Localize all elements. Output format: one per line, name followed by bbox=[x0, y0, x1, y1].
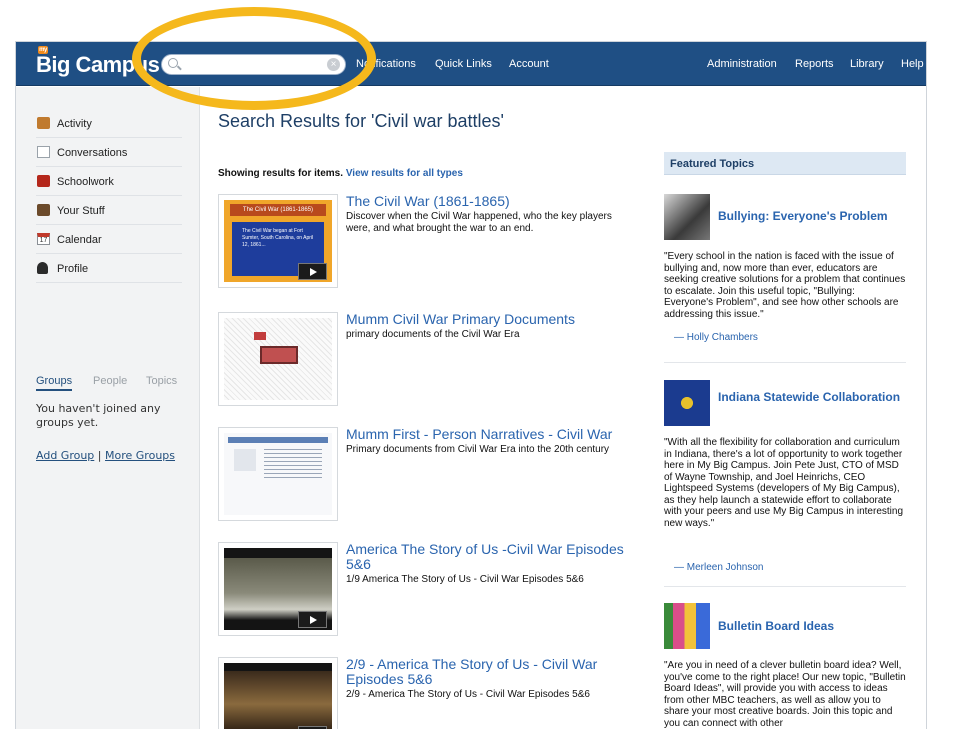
page-title: Search Results for 'Civil war battles' bbox=[218, 111, 504, 131]
sidebar-item-label: Your Stuff bbox=[57, 205, 105, 217]
sidebar-item-profile[interactable]: Profile bbox=[36, 254, 182, 283]
result-description: 2/9 - America The Story of Us - Civil Wa… bbox=[346, 689, 590, 700]
result-title-link[interactable]: Mumm First - Person Narratives - Civil W… bbox=[346, 427, 636, 442]
nav-account[interactable]: Account bbox=[509, 58, 549, 70]
results-filter-note: Showing results for items. View results … bbox=[218, 168, 463, 179]
result-thumbnail[interactable] bbox=[218, 542, 338, 636]
featured-topic-quote: "Are you in need of a clever bulletin bo… bbox=[664, 660, 906, 729]
result-title-link[interactable]: Mumm Civil War Primary Documents bbox=[346, 312, 636, 327]
webpage-block-graphic bbox=[234, 449, 256, 471]
nav-quick-links[interactable]: Quick Links bbox=[435, 58, 492, 70]
sidebar-item-your-stuff[interactable]: Your Stuff bbox=[36, 196, 182, 225]
search-result: America The Story of Us -Civil War Episo… bbox=[218, 542, 628, 636]
result-thumbnail[interactable]: The Civil War (1861-1865) The Civil War … bbox=[218, 194, 338, 288]
sidebar-item-label: Conversations bbox=[57, 147, 128, 159]
nav-help[interactable]: Help bbox=[901, 58, 924, 70]
schoolwork-icon bbox=[37, 175, 50, 187]
nav-library[interactable]: Library bbox=[850, 58, 884, 70]
tab-people[interactable]: People bbox=[93, 375, 127, 387]
result-title-link[interactable]: America The Story of Us -Civil War Episo… bbox=[346, 542, 636, 572]
envelope-icon bbox=[37, 146, 50, 158]
nav-administration[interactable]: Administration bbox=[707, 58, 777, 70]
person-icon bbox=[37, 262, 48, 274]
thumbnail-image bbox=[224, 318, 332, 400]
result-thumbnail[interactable] bbox=[218, 427, 338, 521]
result-title-link[interactable]: 2/9 - America The Story of Us - Civil Wa… bbox=[346, 657, 636, 687]
thumbnail-image bbox=[224, 663, 332, 729]
sidebar-item-label: Schoolwork bbox=[57, 176, 114, 188]
activity-icon bbox=[37, 117, 50, 129]
thumbnail-caption: The Civil War (1861-1865) bbox=[230, 204, 326, 216]
document-graphic bbox=[260, 346, 298, 364]
indiana-flag-image[interactable] bbox=[664, 380, 710, 426]
nav-reports[interactable]: Reports bbox=[795, 58, 834, 70]
play-icon[interactable] bbox=[298, 263, 327, 280]
featured-topics-header: Featured Topics bbox=[664, 152, 906, 175]
left-sidebar: Activity Conversations Schoolwork Your S… bbox=[16, 87, 200, 729]
divider bbox=[664, 362, 906, 363]
sidebar-item-label: Calendar bbox=[57, 234, 102, 246]
featured-topic-author-link[interactable]: — Merleen Johnson bbox=[674, 562, 764, 573]
search-result: 2/9 - America The Story of Us - Civil Wa… bbox=[218, 657, 628, 729]
sidebar-item-conversations[interactable]: Conversations bbox=[36, 138, 182, 167]
featured-topics-panel: Featured Topics Bullying: Everyone's Pro… bbox=[664, 152, 906, 729]
more-groups-link[interactable]: More Groups bbox=[105, 449, 175, 462]
group-links: Add Group | More Groups bbox=[36, 449, 175, 462]
featured-topic-title-link[interactable]: Bullying: Everyone's Problem bbox=[718, 209, 903, 223]
result-thumbnail[interactable] bbox=[218, 657, 338, 729]
no-groups-message: You haven't joined any groups yet. bbox=[36, 402, 161, 429]
sidebar-item-label: Profile bbox=[57, 263, 89, 275]
play-icon[interactable] bbox=[298, 611, 327, 628]
search-result: Mumm Civil War Primary Documents primary… bbox=[218, 312, 628, 406]
sidebar-item-calendar[interactable]: 17 Calendar bbox=[36, 225, 182, 254]
tab-groups[interactable]: Groups bbox=[36, 375, 73, 391]
tab-topics[interactable]: Topics bbox=[146, 375, 177, 387]
sidebar-item-label: Activity bbox=[57, 118, 92, 130]
showing-text: Showing results for items. bbox=[218, 168, 344, 179]
browser-page: my Big Campus × Notifications Quick Link… bbox=[16, 42, 926, 729]
view-all-types-link[interactable]: View results for all types bbox=[346, 168, 463, 179]
briefcase-icon bbox=[37, 204, 50, 216]
webpage-header-graphic bbox=[228, 437, 328, 443]
search-result: Mumm First - Person Narratives - Civil W… bbox=[218, 427, 628, 521]
sidebar-item-schoolwork[interactable]: Schoolwork bbox=[36, 167, 182, 196]
featured-topic-title-link[interactable]: Indiana Statewide Collaboration bbox=[718, 390, 903, 404]
sidebar-item-activity[interactable]: Activity bbox=[36, 109, 182, 138]
result-description: 1/9 America The Story of Us - Civil War … bbox=[346, 574, 584, 585]
featured-topic-quote: "Every school in the nation is faced wit… bbox=[664, 251, 906, 320]
result-description: Discover when the Civil War happened, wh… bbox=[346, 211, 612, 234]
result-description: Primary documents from Civil War Era int… bbox=[346, 444, 610, 455]
bulletin-board-image[interactable] bbox=[664, 603, 710, 649]
sidebar-tabs: Groups People Topics bbox=[36, 375, 184, 391]
divider bbox=[664, 586, 906, 587]
thumbnail-image bbox=[224, 433, 332, 515]
search-result: The Civil War (1861-1865) The Civil War … bbox=[218, 194, 628, 288]
webpage-text-graphic bbox=[264, 449, 322, 479]
add-group-link[interactable]: Add Group bbox=[36, 449, 94, 462]
result-thumbnail[interactable] bbox=[218, 312, 338, 406]
link-separator: | bbox=[97, 449, 102, 462]
screenshot: my Big Campus × Notifications Quick Link… bbox=[0, 0, 955, 729]
result-description: primary documents of the Civil War Era bbox=[346, 329, 520, 340]
calendar-icon: 17 bbox=[37, 233, 50, 245]
featured-topic-quote: "With all the flexibility for collaborat… bbox=[664, 437, 904, 529]
result-title-link[interactable]: The Civil War (1861-1865) bbox=[346, 194, 636, 209]
highlight-annotation-ellipse bbox=[132, 7, 376, 110]
logo-badge: my bbox=[38, 46, 48, 54]
flag-graphic bbox=[254, 332, 266, 340]
bullying-topic-image[interactable] bbox=[664, 194, 710, 240]
featured-topic-title-link[interactable]: Bulletin Board Ideas bbox=[718, 619, 903, 633]
featured-topic-author-link[interactable]: — Holly Chambers bbox=[674, 332, 758, 343]
